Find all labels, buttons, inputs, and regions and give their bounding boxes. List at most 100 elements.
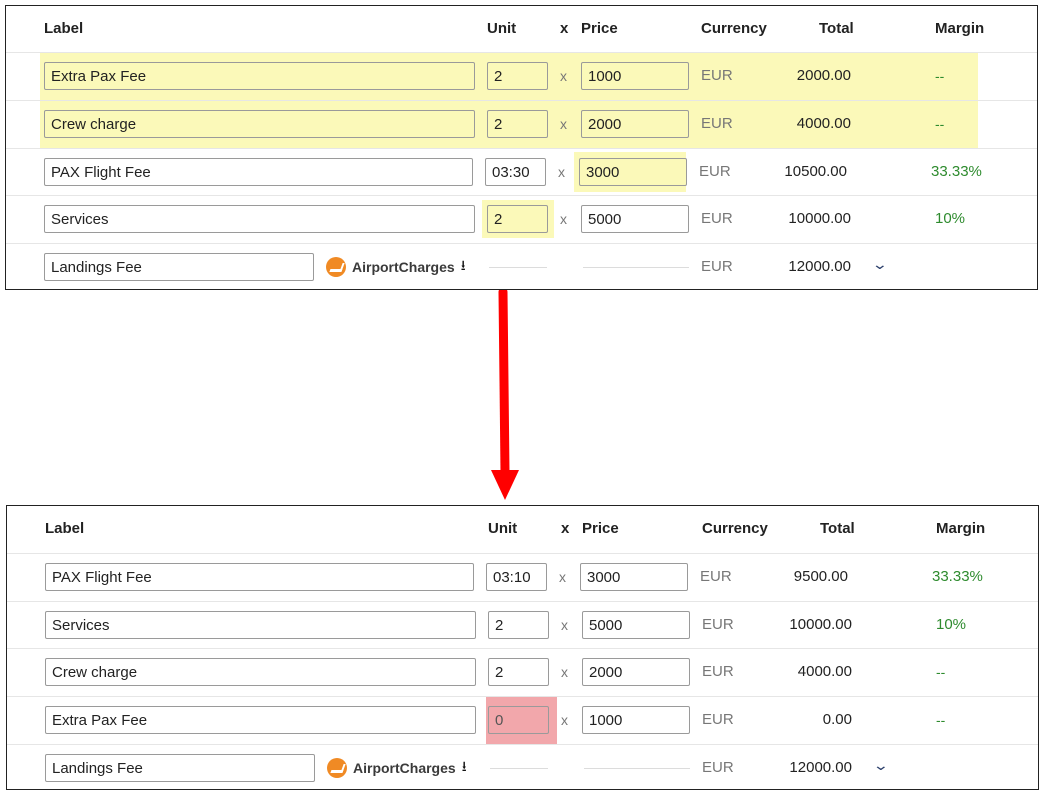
airport-charges-logo bbox=[327, 758, 347, 778]
margin-value: -- bbox=[935, 68, 945, 84]
airport-charges-link[interactable]: AirportCharges ⭳ bbox=[327, 757, 467, 779]
margin-value: -- bbox=[936, 712, 946, 728]
unit-input[interactable]: 2 bbox=[488, 611, 549, 639]
margin-value: 33.33% bbox=[931, 163, 982, 180]
total-value: 10500.00 bbox=[784, 163, 847, 180]
total-value: 2000.00 bbox=[796, 67, 851, 84]
price-input[interactable]: 1000 bbox=[582, 706, 690, 734]
header-price: Price bbox=[581, 20, 618, 37]
price-input[interactable]: 3000 bbox=[580, 563, 688, 591]
total-value: 4000.00 bbox=[797, 663, 852, 680]
header-currency: Currency bbox=[701, 20, 767, 37]
total-value: 4000.00 bbox=[796, 115, 851, 132]
currency-value: EUR bbox=[699, 163, 731, 180]
table-row: PAX Flight Fee 03:10 x 3000 EUR 9500.00 … bbox=[7, 553, 1038, 601]
multiply-sign: x bbox=[560, 211, 567, 227]
header-margin: Margin bbox=[936, 520, 986, 537]
label-input[interactable]: Crew charge bbox=[45, 658, 476, 686]
header-unit: Unit bbox=[487, 20, 517, 37]
charges-table-before: Label Unit x Price Currency Total Margin… bbox=[5, 5, 1038, 290]
label-input[interactable]: Services bbox=[45, 611, 476, 639]
price-input[interactable]: 5000 bbox=[581, 205, 689, 233]
multiply-sign: x bbox=[560, 116, 567, 132]
table-row: Landings Fee AirportCharges ⭳ EUR 12000.… bbox=[6, 243, 1037, 291]
table-row: Services 2 x 5000 EUR 10000.00 10% bbox=[7, 601, 1038, 649]
table-row: Services 2 x 5000 EUR 10000.00 10% bbox=[6, 195, 1037, 243]
unit-input[interactable]: 2 bbox=[487, 62, 548, 90]
multiply-sign: x bbox=[561, 664, 568, 680]
arrow-shaft bbox=[498, 290, 510, 477]
table-row: Extra Pax Fee 2 x 1000 EUR 2000.00 -- bbox=[6, 52, 1037, 100]
currency-value: EUR bbox=[701, 67, 733, 84]
margin-value: 10% bbox=[935, 210, 966, 227]
total-value: 0.00 bbox=[822, 711, 852, 728]
multiply-sign: x bbox=[558, 164, 565, 180]
chevron-down-icon[interactable]: ⌄ bbox=[873, 757, 889, 774]
unit-input[interactable]: 03:30 bbox=[485, 158, 546, 186]
header-x: x bbox=[561, 520, 570, 537]
price-input[interactable]: 2000 bbox=[582, 658, 690, 686]
airport-charges-text: AirportCharges bbox=[353, 760, 456, 776]
label-input[interactable]: Landings Fee bbox=[45, 754, 315, 782]
unit-input[interactable]: 2 bbox=[488, 658, 549, 686]
label-input[interactable]: Crew charge bbox=[44, 110, 475, 138]
table-header: Label Unit x Price Currency Total Margin bbox=[6, 6, 1037, 52]
table-row: Crew charge 2 x 2000 EUR 4000.00 -- bbox=[7, 648, 1038, 696]
table-row: Landings Fee AirportCharges ⭳ EUR 12000.… bbox=[7, 744, 1038, 792]
table-row: Extra Pax Fee 0 x 1000 EUR 0.00 -- bbox=[7, 696, 1038, 744]
total-value: 9500.00 bbox=[793, 568, 848, 585]
currency-value: EUR bbox=[702, 616, 734, 633]
currency-value: EUR bbox=[702, 663, 734, 680]
header-currency: Currency bbox=[702, 520, 768, 537]
currency-value: EUR bbox=[701, 210, 733, 227]
unit-input[interactable]: 0 bbox=[488, 706, 549, 734]
price-input[interactable]: 3000 bbox=[579, 158, 687, 186]
label-input[interactable]: Services bbox=[44, 205, 475, 233]
multiply-sign: x bbox=[559, 569, 566, 585]
header-label: Label bbox=[44, 20, 84, 37]
price-input[interactable]: 1000 bbox=[581, 62, 689, 90]
multiply-sign: x bbox=[561, 617, 568, 633]
unit-input[interactable]: 2 bbox=[487, 205, 548, 233]
multiply-sign: x bbox=[560, 68, 567, 84]
unit-input[interactable]: 03:10 bbox=[486, 563, 547, 591]
total-value: 12000.00 bbox=[788, 258, 851, 275]
header-total: Total bbox=[819, 20, 854, 37]
header-x: x bbox=[560, 20, 569, 37]
label-input[interactable]: PAX Flight Fee bbox=[44, 158, 473, 186]
currency-value: EUR bbox=[701, 115, 733, 132]
airport-charges-logo bbox=[326, 257, 346, 277]
price-input[interactable]: 2000 bbox=[581, 110, 689, 138]
charges-table-after: Label Unit x Price Currency Total Margin… bbox=[6, 505, 1039, 790]
table-row: Crew charge 2 x 2000 EUR 4000.00 -- bbox=[6, 100, 1037, 148]
header-label: Label bbox=[45, 520, 85, 537]
label-input[interactable]: PAX Flight Fee bbox=[45, 563, 474, 591]
table-header: Label Unit x Price Currency Total Margin bbox=[7, 506, 1038, 552]
transition-arrow-icon bbox=[491, 290, 519, 500]
price-input[interactable]: 5000 bbox=[582, 611, 690, 639]
margin-value: 10% bbox=[936, 616, 967, 633]
currency-value: EUR bbox=[702, 759, 734, 776]
total-value: 10000.00 bbox=[788, 210, 851, 227]
price-empty-line bbox=[584, 768, 690, 769]
margin-value: 33.33% bbox=[932, 568, 983, 585]
currency-value: EUR bbox=[700, 568, 732, 585]
download-icon[interactable]: ⭳ bbox=[462, 756, 467, 780]
unit-input[interactable]: 2 bbox=[487, 110, 548, 138]
header-price: Price bbox=[582, 520, 619, 537]
multiply-sign: x bbox=[561, 712, 568, 728]
download-icon[interactable]: ⭳ bbox=[461, 255, 466, 279]
header-total: Total bbox=[820, 520, 855, 537]
label-input[interactable]: Landings Fee bbox=[44, 253, 314, 281]
label-input[interactable]: Extra Pax Fee bbox=[44, 62, 475, 90]
currency-value: EUR bbox=[701, 258, 733, 275]
currency-value: EUR bbox=[702, 711, 734, 728]
chevron-down-icon[interactable]: ⌄ bbox=[872, 256, 888, 273]
margin-value: -- bbox=[936, 664, 946, 680]
airport-charges-text: AirportCharges bbox=[352, 259, 455, 275]
label-input[interactable]: Extra Pax Fee bbox=[45, 706, 476, 734]
total-value: 10000.00 bbox=[789, 616, 852, 633]
margin-value: -- bbox=[935, 116, 945, 132]
airport-charges-link[interactable]: AirportCharges ⭳ bbox=[326, 256, 466, 278]
total-value: 12000.00 bbox=[789, 759, 852, 776]
